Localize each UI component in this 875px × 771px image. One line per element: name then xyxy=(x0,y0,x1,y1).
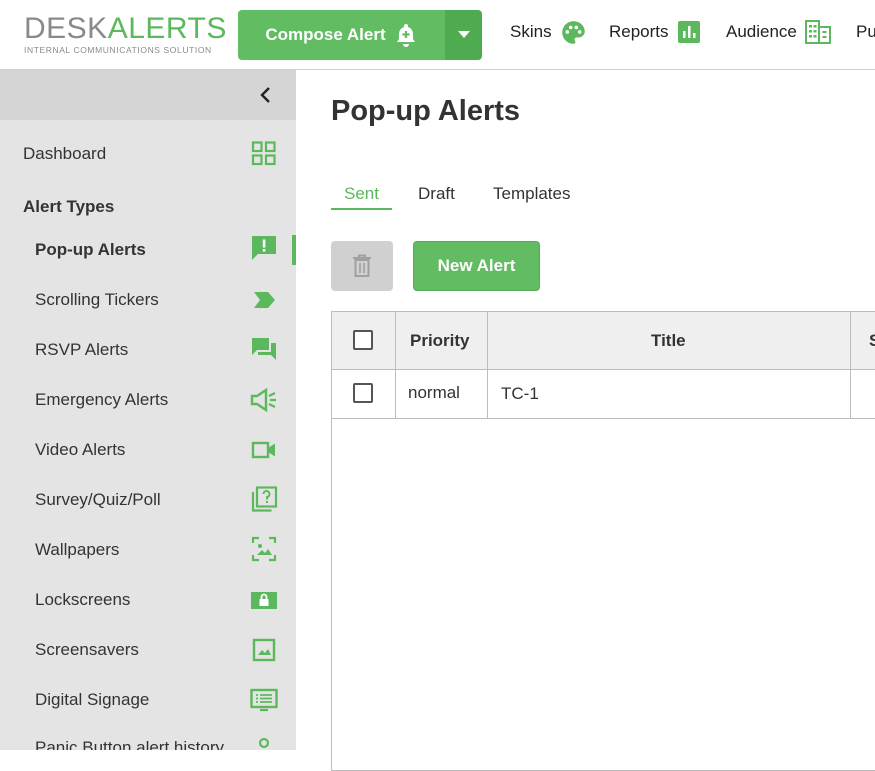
column-header-title[interactable]: Title xyxy=(651,331,686,351)
sidebar-item-panic-button-history[interactable]: Panic Button alert history xyxy=(35,738,224,750)
megaphone-icon xyxy=(250,387,276,413)
caret-down-icon xyxy=(457,31,470,38)
ticker-arrow-icon xyxy=(254,292,275,308)
image-icon xyxy=(252,638,276,662)
active-tab-underline xyxy=(331,208,392,210)
compose-alert-button[interactable]: Compose Alert xyxy=(238,10,445,60)
nav-skins[interactable]: Skins xyxy=(510,14,587,50)
sidebar-item-rsvp-alerts[interactable]: RSVP Alerts xyxy=(35,340,128,360)
nav-audience-label: Audience xyxy=(726,22,797,41)
sidebar-collapse-bar[interactable] xyxy=(0,70,296,120)
sidebar-item-emergency-alerts[interactable]: Emergency Alerts xyxy=(35,390,168,410)
tab-draft[interactable]: Draft xyxy=(418,184,455,204)
lockscreen-icon xyxy=(251,592,277,609)
delete-button[interactable] xyxy=(331,241,393,291)
new-alert-button[interactable]: New Alert xyxy=(413,241,540,291)
panic-icon xyxy=(258,737,270,749)
sidebar-item-lockscreens[interactable]: Lockscreens xyxy=(35,590,130,610)
sidebar-item-digital-signage[interactable]: Digital Signage xyxy=(35,690,149,710)
compose-alert-group: Compose Alert xyxy=(238,10,482,60)
column-divider xyxy=(850,312,851,418)
building-icon xyxy=(804,20,831,44)
palette-icon xyxy=(561,20,585,44)
column-divider xyxy=(487,312,488,418)
nav-audience[interactable]: Audience xyxy=(726,14,831,50)
sidebar-item-dashboard[interactable]: Dashboard xyxy=(23,144,106,164)
sidebar-item-popup-alerts[interactable]: Pop-up Alerts xyxy=(35,240,146,260)
signage-icon xyxy=(250,688,278,712)
sidebar-item-screensavers[interactable]: Screensavers xyxy=(35,640,139,660)
nav-reports[interactable]: Reports xyxy=(609,14,701,50)
column-header-priority[interactable]: Priority xyxy=(410,331,470,351)
select-all-checkbox[interactable] xyxy=(353,330,373,350)
compose-alert-label: Compose Alert xyxy=(265,25,386,44)
dashboard-grid-icon xyxy=(251,141,276,166)
nav-publisher-truncated[interactable]: Pu xyxy=(856,14,875,50)
question-stack-icon xyxy=(251,486,278,512)
column-divider xyxy=(395,312,396,418)
nav-publisher-label: Pu xyxy=(856,22,875,41)
compose-dropdown-toggle[interactable] xyxy=(445,10,482,60)
logo-tagline: INTERNAL COMMUNICATIONS SOLUTION xyxy=(24,45,212,55)
alerts-table: Priority Title S normal TC-1 xyxy=(331,311,875,771)
desk-alerts-logo[interactable]: DESKALERTS INTERNAL COMMUNICATIONS SOLUT… xyxy=(24,12,227,56)
page-title: Pop-up Alerts xyxy=(331,95,521,127)
column-header-truncated[interactable]: S xyxy=(869,331,875,351)
row-checkbox[interactable] xyxy=(353,383,373,403)
sidebar-item-wallpapers[interactable]: Wallpapers xyxy=(35,540,119,560)
sidebar: Dashboard Alert Types Pop-up Alerts Scro… xyxy=(0,70,296,750)
row-divider xyxy=(332,418,875,419)
tab-templates[interactable]: Templates xyxy=(493,184,570,204)
sidebar-item-survey-quiz-poll[interactable]: Survey/Quiz/Poll xyxy=(35,490,161,510)
nav-skins-label: Skins xyxy=(510,22,552,41)
row-priority-cell: normal xyxy=(408,383,460,402)
top-bar: DESKALERTS INTERNAL COMMUNICATIONS SOLUT… xyxy=(0,0,875,70)
chevron-left-icon[interactable] xyxy=(256,85,276,105)
nav-reports-label: Reports xyxy=(609,22,669,41)
logo-alerts-text: ALERTS xyxy=(107,12,227,45)
active-item-indicator xyxy=(292,235,296,265)
row-title-cell[interactable]: TC-1 xyxy=(501,384,539,404)
sidebar-section-alert-types: Alert Types xyxy=(23,197,115,216)
bell-plus-icon xyxy=(396,24,415,47)
trash-icon xyxy=(353,254,371,277)
alert-message-icon xyxy=(252,236,276,260)
video-camera-icon xyxy=(251,441,275,459)
logo-desk-text: DESK xyxy=(24,12,108,45)
chat-bubbles-icon xyxy=(252,338,276,360)
tab-sent[interactable]: Sent xyxy=(344,184,379,204)
sidebar-item-scrolling-tickers[interactable]: Scrolling Tickers xyxy=(35,290,159,310)
wallpaper-icon xyxy=(251,536,277,562)
bar-chart-icon xyxy=(677,21,700,43)
sidebar-item-video-alerts[interactable]: Video Alerts xyxy=(35,440,125,460)
